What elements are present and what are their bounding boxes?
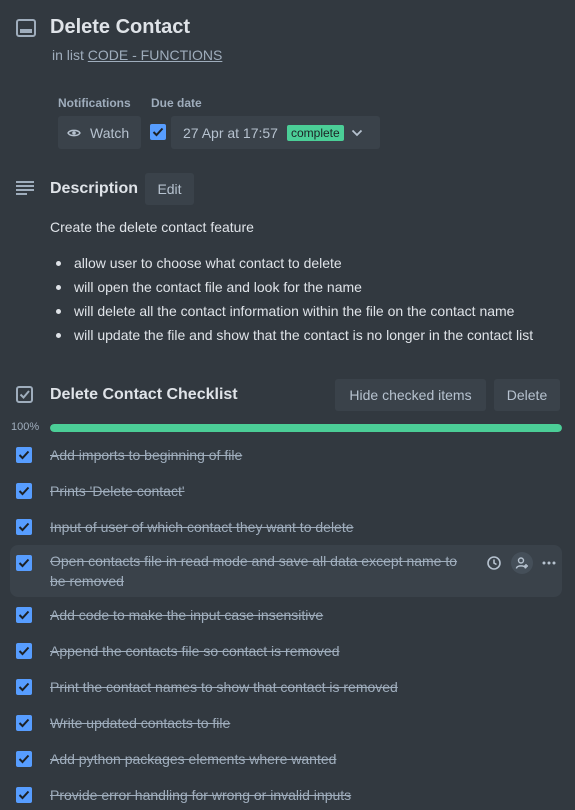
bullet-item: will open the contact file and look for … (55, 279, 533, 303)
progress-bar (50, 424, 562, 432)
assign-member-button[interactable] (511, 552, 533, 574)
checklist-item[interactable] (16, 447, 32, 463)
item-checkbox[interactable] (16, 607, 32, 623)
checklist-item[interactable] (16, 679, 32, 695)
checkmark-icon (18, 754, 30, 764)
item-checkbox[interactable] (16, 447, 32, 463)
bullet-item: will update the file and show that the c… (55, 327, 533, 351)
bullet-item: allow user to choose what contact to del… (55, 255, 533, 279)
progress-percent: 100% (11, 421, 40, 433)
checkmark-icon (18, 450, 30, 460)
list-link[interactable]: CODE - FUNCTIONS (88, 47, 223, 63)
checklist-item-text[interactable]: Print the contact names to show that con… (50, 677, 398, 697)
hide-checked-items-button[interactable]: Hide checked items (335, 379, 486, 411)
chevron-down-icon (351, 129, 362, 136)
description-bullets: allow user to choose what contact to del… (55, 255, 533, 351)
card-icon (16, 19, 36, 37)
checklist-item-text[interactable]: Add code to make the input case insensit… (50, 605, 323, 625)
in-list-prefix: in list (52, 47, 84, 63)
due-date-checkbox[interactable] (150, 124, 166, 140)
checklist-item[interactable] (16, 643, 32, 659)
due-date-button[interactable]: 27 Apr at 17:57 complete (171, 116, 380, 149)
checklist-item-text[interactable]: Input of user of which contact they want… (50, 517, 354, 537)
watch-button[interactable]: Watch (58, 116, 141, 149)
checklist-item[interactable] (16, 607, 32, 623)
card-title[interactable]: Delete Contact (50, 16, 190, 39)
bullet-item: will delete all the contact information … (55, 303, 533, 327)
item-checkbox[interactable] (16, 679, 32, 695)
checklist-item-text[interactable]: Prints 'Delete contact' (50, 481, 185, 501)
checkmark-icon (18, 790, 30, 800)
checkmark-icon (18, 486, 30, 496)
checklist-item-text[interactable]: Add imports to beginning of file (50, 445, 242, 465)
checkmark-icon (18, 646, 30, 656)
status-badge: complete (286, 124, 344, 141)
description-text[interactable]: Create the delete contact feature (50, 219, 254, 235)
checkmark-icon (18, 718, 30, 728)
checklist-item[interactable] (16, 555, 32, 571)
progress-fill (50, 424, 562, 432)
watch-label: Watch (90, 124, 130, 141)
checklist-item-text[interactable]: Write updated contacts to file (50, 713, 230, 733)
item-checkbox[interactable] (16, 715, 32, 731)
due-date-item-button[interactable] (484, 552, 504, 574)
item-checkbox[interactable] (16, 787, 32, 803)
checklist-item-text[interactable]: Add python packages elements where wante… (50, 749, 336, 769)
checklist-icon (16, 386, 33, 403)
checklist-item-text[interactable]: Open contacts file in read mode and save… (50, 551, 476, 591)
list-breadcrumb: in list CODE - FUNCTIONS (52, 47, 222, 63)
checklist-item[interactable] (16, 715, 32, 731)
item-checkbox[interactable] (16, 483, 32, 499)
edit-description-button[interactable]: Edit (145, 173, 194, 205)
item-checkbox[interactable] (16, 643, 32, 659)
item-checkbox[interactable] (16, 555, 32, 571)
checkmark-icon (18, 558, 30, 568)
description-icon (16, 181, 34, 195)
assign-member-icon (515, 557, 528, 569)
eye-icon (67, 129, 81, 136)
description-title: Description (50, 180, 139, 197)
checklist-title[interactable]: Delete Contact Checklist (50, 386, 238, 404)
checklist-item-text[interactable]: Provide error handling for wrong or inva… (50, 785, 351, 805)
checklist-item[interactable] (16, 787, 32, 803)
notifications-label: Notifications (58, 96, 131, 110)
checkmark-icon (18, 610, 30, 620)
item-checkbox[interactable] (16, 751, 32, 767)
checklist-item[interactable] (16, 483, 32, 499)
checklist-item[interactable] (16, 751, 32, 767)
checklist-item[interactable] (16, 519, 32, 535)
more-icon (542, 561, 556, 565)
due-date-value: 27 Apr at 17:57 (183, 124, 278, 141)
checkmark-icon (152, 127, 164, 137)
checklist-item-text[interactable]: Append the contacts file so contact is r… (50, 641, 340, 661)
clock-icon (487, 556, 501, 570)
checkmark-icon (18, 522, 30, 532)
checkmark-icon (18, 682, 30, 692)
delete-checklist-button[interactable]: Delete (494, 379, 560, 411)
more-options-button[interactable] (539, 552, 559, 574)
due-date-label: Due date (151, 96, 202, 110)
item-checkbox[interactable] (16, 519, 32, 535)
